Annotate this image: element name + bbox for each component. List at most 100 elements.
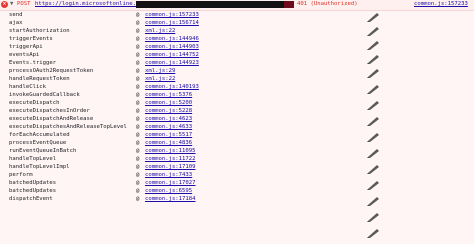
stack-frame-source-link[interactable]: common.js:4633 <box>145 123 192 131</box>
stack-frame-source-link[interactable]: common.js:17027 <box>145 179 196 187</box>
stack-frame-row: handleTopLevelImpl @ common.js:17109 <box>0 163 474 171</box>
stack-frame-row: Events.trigger @ common.js:144923 <box>0 59 474 67</box>
at-symbol: @ <box>136 52 140 58</box>
at-symbol: @ <box>136 108 140 114</box>
source-link[interactable]: common.js:157233 <box>414 0 468 8</box>
stack-frame-source-link[interactable]: common.js:11095 <box>145 147 196 155</box>
stack-frame-source-link[interactable]: common.js:17184 <box>145 195 196 203</box>
pen-icon <box>366 132 380 142</box>
stack-frame-function: processOAuth2RequestToken <box>9 68 94 74</box>
pen-icon <box>366 116 380 126</box>
at-symbol: @ <box>136 140 140 146</box>
at-symbol: @ <box>136 36 140 42</box>
stack-frame-function: ajax <box>9 20 23 26</box>
at-symbol: @ <box>136 100 140 106</box>
stack-frame-source-link[interactable]: common.js:156714 <box>145 19 199 27</box>
stack-frame-function: invokeGuardedCallback <box>9 92 80 98</box>
at-symbol: @ <box>136 156 140 162</box>
stack-frame-function: startAuthorization <box>9 28 70 34</box>
pen-icon <box>366 148 380 158</box>
status-text: 401 (Unauthorized) <box>297 1 358 7</box>
stack-frame-function: executeDispatch <box>9 100 60 106</box>
pen-icon <box>366 196 380 206</box>
at-symbol: @ <box>136 164 140 170</box>
stack-frame-source-link[interactable]: common.js:144903 <box>145 43 199 51</box>
stack-frame-source-link[interactable]: common.js:157233 <box>145 11 199 19</box>
stack-frame-function: handleClick <box>9 84 47 90</box>
at-symbol: @ <box>136 116 140 122</box>
at-symbol: @ <box>136 84 140 90</box>
redacted-url-part <box>136 1 284 8</box>
at-symbol: @ <box>136 132 140 138</box>
pen-icon <box>366 84 380 94</box>
stack-frame-row: ajax @ common.js:156714 <box>0 19 474 27</box>
request-method: POST <box>17 1 31 7</box>
stack-frame-function: executeDispatchesAndReleaseTopLevel <box>9 124 127 130</box>
at-symbol: @ <box>136 68 140 74</box>
stack-frame-source-link[interactable]: xml.js:22 <box>145 75 175 83</box>
stack-frame-function: executeDispatchAndRelease <box>9 116 94 122</box>
stack-frame-row: executeDispatchesAndReleaseTopLevel @ comm… <box>0 123 474 131</box>
stack-frame-source-link[interactable]: common.js:144752 <box>145 51 199 59</box>
stack-frame-function: triggerEvents <box>9 36 53 42</box>
stack-frame-source-link[interactable]: common.js:5200 <box>145 99 192 107</box>
triangle-down-icon[interactable]: ▼ <box>10 0 13 8</box>
stack-frame-row: dispatchEvent @ common.js:17184 <box>0 195 474 203</box>
stack-frame-source-link[interactable]: common.js:5517 <box>145 131 192 139</box>
stack-frame-row: handleRequestToken @ xml.js:22 <box>0 75 474 83</box>
stack-frame-function: handleTopLevel <box>9 156 57 162</box>
at-symbol: @ <box>136 172 140 178</box>
stack-frame-function: send <box>9 12 23 18</box>
stack-frame-row: send @ common.js:157233 <box>0 11 474 19</box>
stack-frame-function: eventsApi <box>9 52 40 58</box>
at-symbol: @ <box>136 148 140 154</box>
stack-frame-row: runEventQueueInBatch @ common.js:11095 <box>0 147 474 155</box>
stack-frame-source-link[interactable]: common.js:4623 <box>145 115 192 123</box>
stack-trace: send @ common.js:157233 ajax @ common.js:1567… <box>0 11 474 203</box>
stack-frame-row: processOAuth2RequestToken @ xml.js:29 <box>0 67 474 75</box>
pen-icon <box>366 100 380 110</box>
stack-frame-function: processEventQueue <box>9 140 67 146</box>
stack-frame-function: Events.trigger <box>9 60 57 66</box>
stack-frame-source-link[interactable]: common.js:6595 <box>145 187 192 195</box>
stack-frame-source-link[interactable]: common.js:144923 <box>145 59 199 67</box>
stack-frame-source-link[interactable]: common.js:17109 <box>145 163 196 171</box>
stack-frame-function: triggerApi <box>9 44 43 50</box>
pen-icon <box>366 68 380 78</box>
stack-frame-row: handleTopLevel @ common.js:11722 <box>0 155 474 163</box>
pen-icon <box>366 180 380 190</box>
stack-frame-source-link[interactable]: common.js:4836 <box>145 139 192 147</box>
stack-frame-source-link[interactable]: common.js:7433 <box>145 171 192 179</box>
stack-frame-row: invokeGuardedCallback @ common.js:5376 <box>0 91 474 99</box>
stack-frame-function: batchedUpdates <box>9 188 57 194</box>
stack-frame-row: handleClick @ common.js:140193 <box>0 83 474 91</box>
stack-frame-source-link[interactable]: common.js:5376 <box>145 91 192 99</box>
stack-frame-function: handleRequestToken <box>9 76 70 82</box>
at-symbol: @ <box>136 92 140 98</box>
stack-frame-source-link[interactable]: common.js:11722 <box>145 155 196 163</box>
stack-frame-source-link[interactable]: common.js:144946 <box>145 35 199 43</box>
pen-icon <box>366 26 380 36</box>
stack-frame-function: runEventQueueInBatch <box>9 148 77 154</box>
devtools-console: × ▼ POST https://login.microsoftonline.c… <box>0 0 474 244</box>
at-symbol: @ <box>136 196 140 202</box>
error-message-row[interactable]: × ▼ POST https://login.microsoftonline.c… <box>0 0 474 11</box>
stack-frame-source-link[interactable]: common.js:140193 <box>145 83 199 91</box>
request-url[interactable]: https://login.microsoftonline.com/ <box>35 0 150 8</box>
pen-icon <box>366 212 380 222</box>
stack-frame-row: triggerApi @ common.js:144903 <box>0 43 474 51</box>
at-symbol: @ <box>136 76 140 82</box>
at-symbol: @ <box>136 60 140 66</box>
stack-frame-source-link[interactable]: xml.js:29 <box>145 67 175 75</box>
at-symbol: @ <box>136 180 140 186</box>
stack-frame-row: batchedUpdates @ common.js:17027 <box>0 179 474 187</box>
stack-frame-function: handleTopLevelImpl <box>9 164 70 170</box>
stack-frame-function: forEachAccumulated <box>9 132 70 138</box>
stack-frame-row: perform @ common.js:7433 <box>0 171 474 179</box>
at-symbol: @ <box>136 12 140 18</box>
stack-frame-source-link[interactable]: xml.js:22 <box>145 27 175 35</box>
stack-frame-row: forEachAccumulated @ common.js:5517 <box>0 131 474 139</box>
stack-frame-source-link[interactable]: common.js:5228 <box>145 107 192 115</box>
error-icon: × <box>1 1 8 8</box>
pen-icon <box>366 40 380 50</box>
